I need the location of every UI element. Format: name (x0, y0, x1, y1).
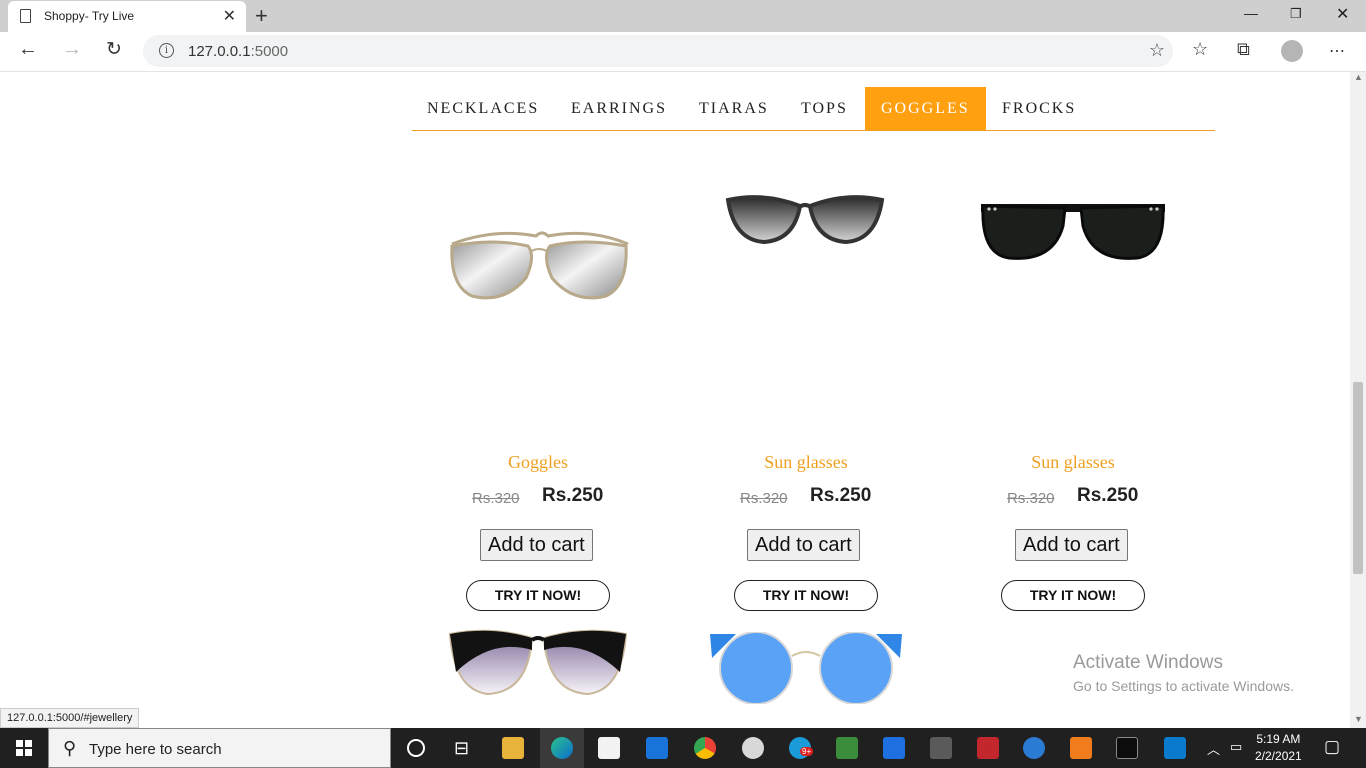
product-old-price: Rs.320 (1007, 490, 1055, 507)
browser-tab[interactable]: Shoppy- Try Live ✕ (8, 1, 246, 32)
paint-icon[interactable] (742, 737, 764, 759)
try-it-now-button[interactable]: TRY IT NOW! (1001, 580, 1145, 611)
tab-title: Shoppy- Try Live (44, 9, 135, 23)
cloud-app-icon[interactable] (1023, 737, 1045, 759)
show-hidden-icons-icon[interactable]: ︿ (1207, 739, 1220, 758)
calculator-icon[interactable] (930, 737, 952, 759)
product-card: Sun glasses Rs.320 Rs.250 Add to cart TR… (672, 84, 940, 611)
edge-taskbar-active[interactable] (540, 728, 584, 768)
windows-taskbar: ⚲ Type here to search ⊟ 9+ ︿ ▭ 5:19 AM 2… (0, 728, 1366, 768)
skype-badge: 9+ (800, 747, 814, 756)
search-placeholder: Type here to search (89, 741, 222, 758)
page-icon (20, 9, 31, 23)
microsoft-store-icon[interactable] (598, 737, 620, 759)
terminal-icon[interactable] (1116, 737, 1138, 759)
try-it-now-button[interactable]: TRY IT NOW! (734, 580, 878, 611)
browser-toolbar: ← → ↻ i 127.0.0.1:5000 ☆ ☆ ⧉ ⋯ (0, 32, 1366, 72)
url-port: :5000 (250, 43, 289, 60)
wayfarer-sunglasses-image (981, 204, 1165, 260)
url-host: 127.0.0.1 (188, 43, 251, 60)
url-text: 127.0.0.1:5000 (188, 43, 288, 60)
more-menu-icon[interactable]: ⋯ (1329, 41, 1345, 61)
watermark-subtitle: Go to Settings to activate Windows. (1073, 678, 1294, 694)
search-icon: ⚲ (63, 738, 77, 758)
edge-icon (551, 737, 573, 759)
profile-avatar[interactable] (1281, 40, 1303, 62)
new-tab-icon[interactable]: + (255, 3, 268, 29)
chrome-icon[interactable] (694, 737, 716, 759)
notifications-icon[interactable]: ▢ (1324, 737, 1340, 757)
status-bar-url: 127.0.0.1:5000/#jewellery (0, 708, 140, 728)
product-name: Sun glasses (764, 452, 848, 472)
add-to-cart-button[interactable]: Add to cart (480, 529, 593, 561)
scroll-down-arrow-icon[interactable]: ▼ (1354, 714, 1363, 724)
product-price: Rs.250 (542, 485, 604, 506)
collections-icon[interactable]: ⧉ (1237, 39, 1250, 60)
windows-start-icon[interactable] (16, 740, 32, 756)
mail-icon[interactable] (646, 737, 668, 759)
add-favorite-icon[interactable]: ☆ (1149, 40, 1165, 61)
skype-icon[interactable]: 9+ (789, 737, 814, 759)
cortana-icon[interactable] (407, 739, 425, 757)
address-bar[interactable]: i 127.0.0.1:5000 ☆ (143, 35, 1173, 67)
taskbar-search-box[interactable]: ⚲ Type here to search (48, 728, 391, 768)
browser-tab-bar: Shoppy- Try Live ✕ + — ❐ ✕ (0, 0, 1366, 32)
restore-icon[interactable]: ❐ (1290, 6, 1302, 22)
half-rim-sunglasses-image (448, 629, 628, 696)
watermark-title: Activate Windows (1073, 652, 1223, 673)
scroll-up-arrow-icon[interactable]: ▲ (1354, 72, 1363, 82)
product-price: Rs.250 (1077, 485, 1139, 506)
chart-app-icon[interactable] (836, 737, 858, 759)
product-name: Goggles (508, 452, 568, 472)
add-to-cart-button[interactable]: Add to cart (747, 529, 860, 561)
product-price: Rs.250 (810, 485, 872, 506)
vscode-icon[interactable] (1164, 737, 1186, 759)
cat-eye-sunglasses-image (725, 195, 885, 245)
round-blue-sunglasses-image (710, 632, 902, 704)
taskbar-clock[interactable]: 5:19 AM 2/2/2021 (1255, 731, 1302, 765)
file-explorer-icon[interactable] (502, 737, 524, 759)
window-close-icon[interactable]: ✕ (1336, 4, 1349, 24)
product-card: Goggles Rs.320 Rs.250 Add to cart TRY IT… (404, 84, 672, 611)
task-view-icon[interactable]: ⊟ (454, 738, 469, 759)
xampp-icon[interactable] (1070, 737, 1092, 759)
info-icon[interactable]: i (159, 43, 174, 58)
product-card: Sun glasses Rs.320 Rs.250 Add to cart TR… (939, 84, 1207, 611)
forward-icon[interactable]: → (62, 38, 82, 61)
activate-windows-watermark: Activate Windows Go to Settings to activ… (1073, 652, 1294, 694)
clock-date: 2/2/2021 (1255, 749, 1302, 763)
page-scrollbar[interactable]: ▲ ▼ (1350, 72, 1366, 728)
product-name: Sun glasses (1031, 452, 1115, 472)
refresh-icon[interactable]: ↻ (106, 38, 122, 61)
aviator-goggles-image (450, 231, 629, 300)
writer-icon[interactable] (883, 737, 905, 759)
page-content: NECKLACES EARRINGS TIARAS TOPS GOGGLES F… (0, 72, 1350, 728)
product-old-price: Rs.320 (740, 490, 788, 507)
battery-icon[interactable]: ▭ (1230, 739, 1242, 755)
clock-time: 5:19 AM (1256, 732, 1301, 746)
try-it-now-button[interactable]: TRY IT NOW! (466, 580, 610, 611)
back-icon[interactable]: ← (18, 38, 38, 61)
minimize-icon[interactable]: — (1244, 5, 1258, 21)
favorites-icon[interactable]: ☆ (1192, 39, 1208, 60)
scrollbar-thumb[interactable] (1353, 382, 1363, 574)
security-app-icon[interactable] (977, 737, 999, 759)
product-old-price: Rs.320 (472, 490, 520, 507)
add-to-cart-button[interactable]: Add to cart (1015, 529, 1128, 561)
close-tab-icon[interactable]: ✕ (223, 6, 236, 26)
